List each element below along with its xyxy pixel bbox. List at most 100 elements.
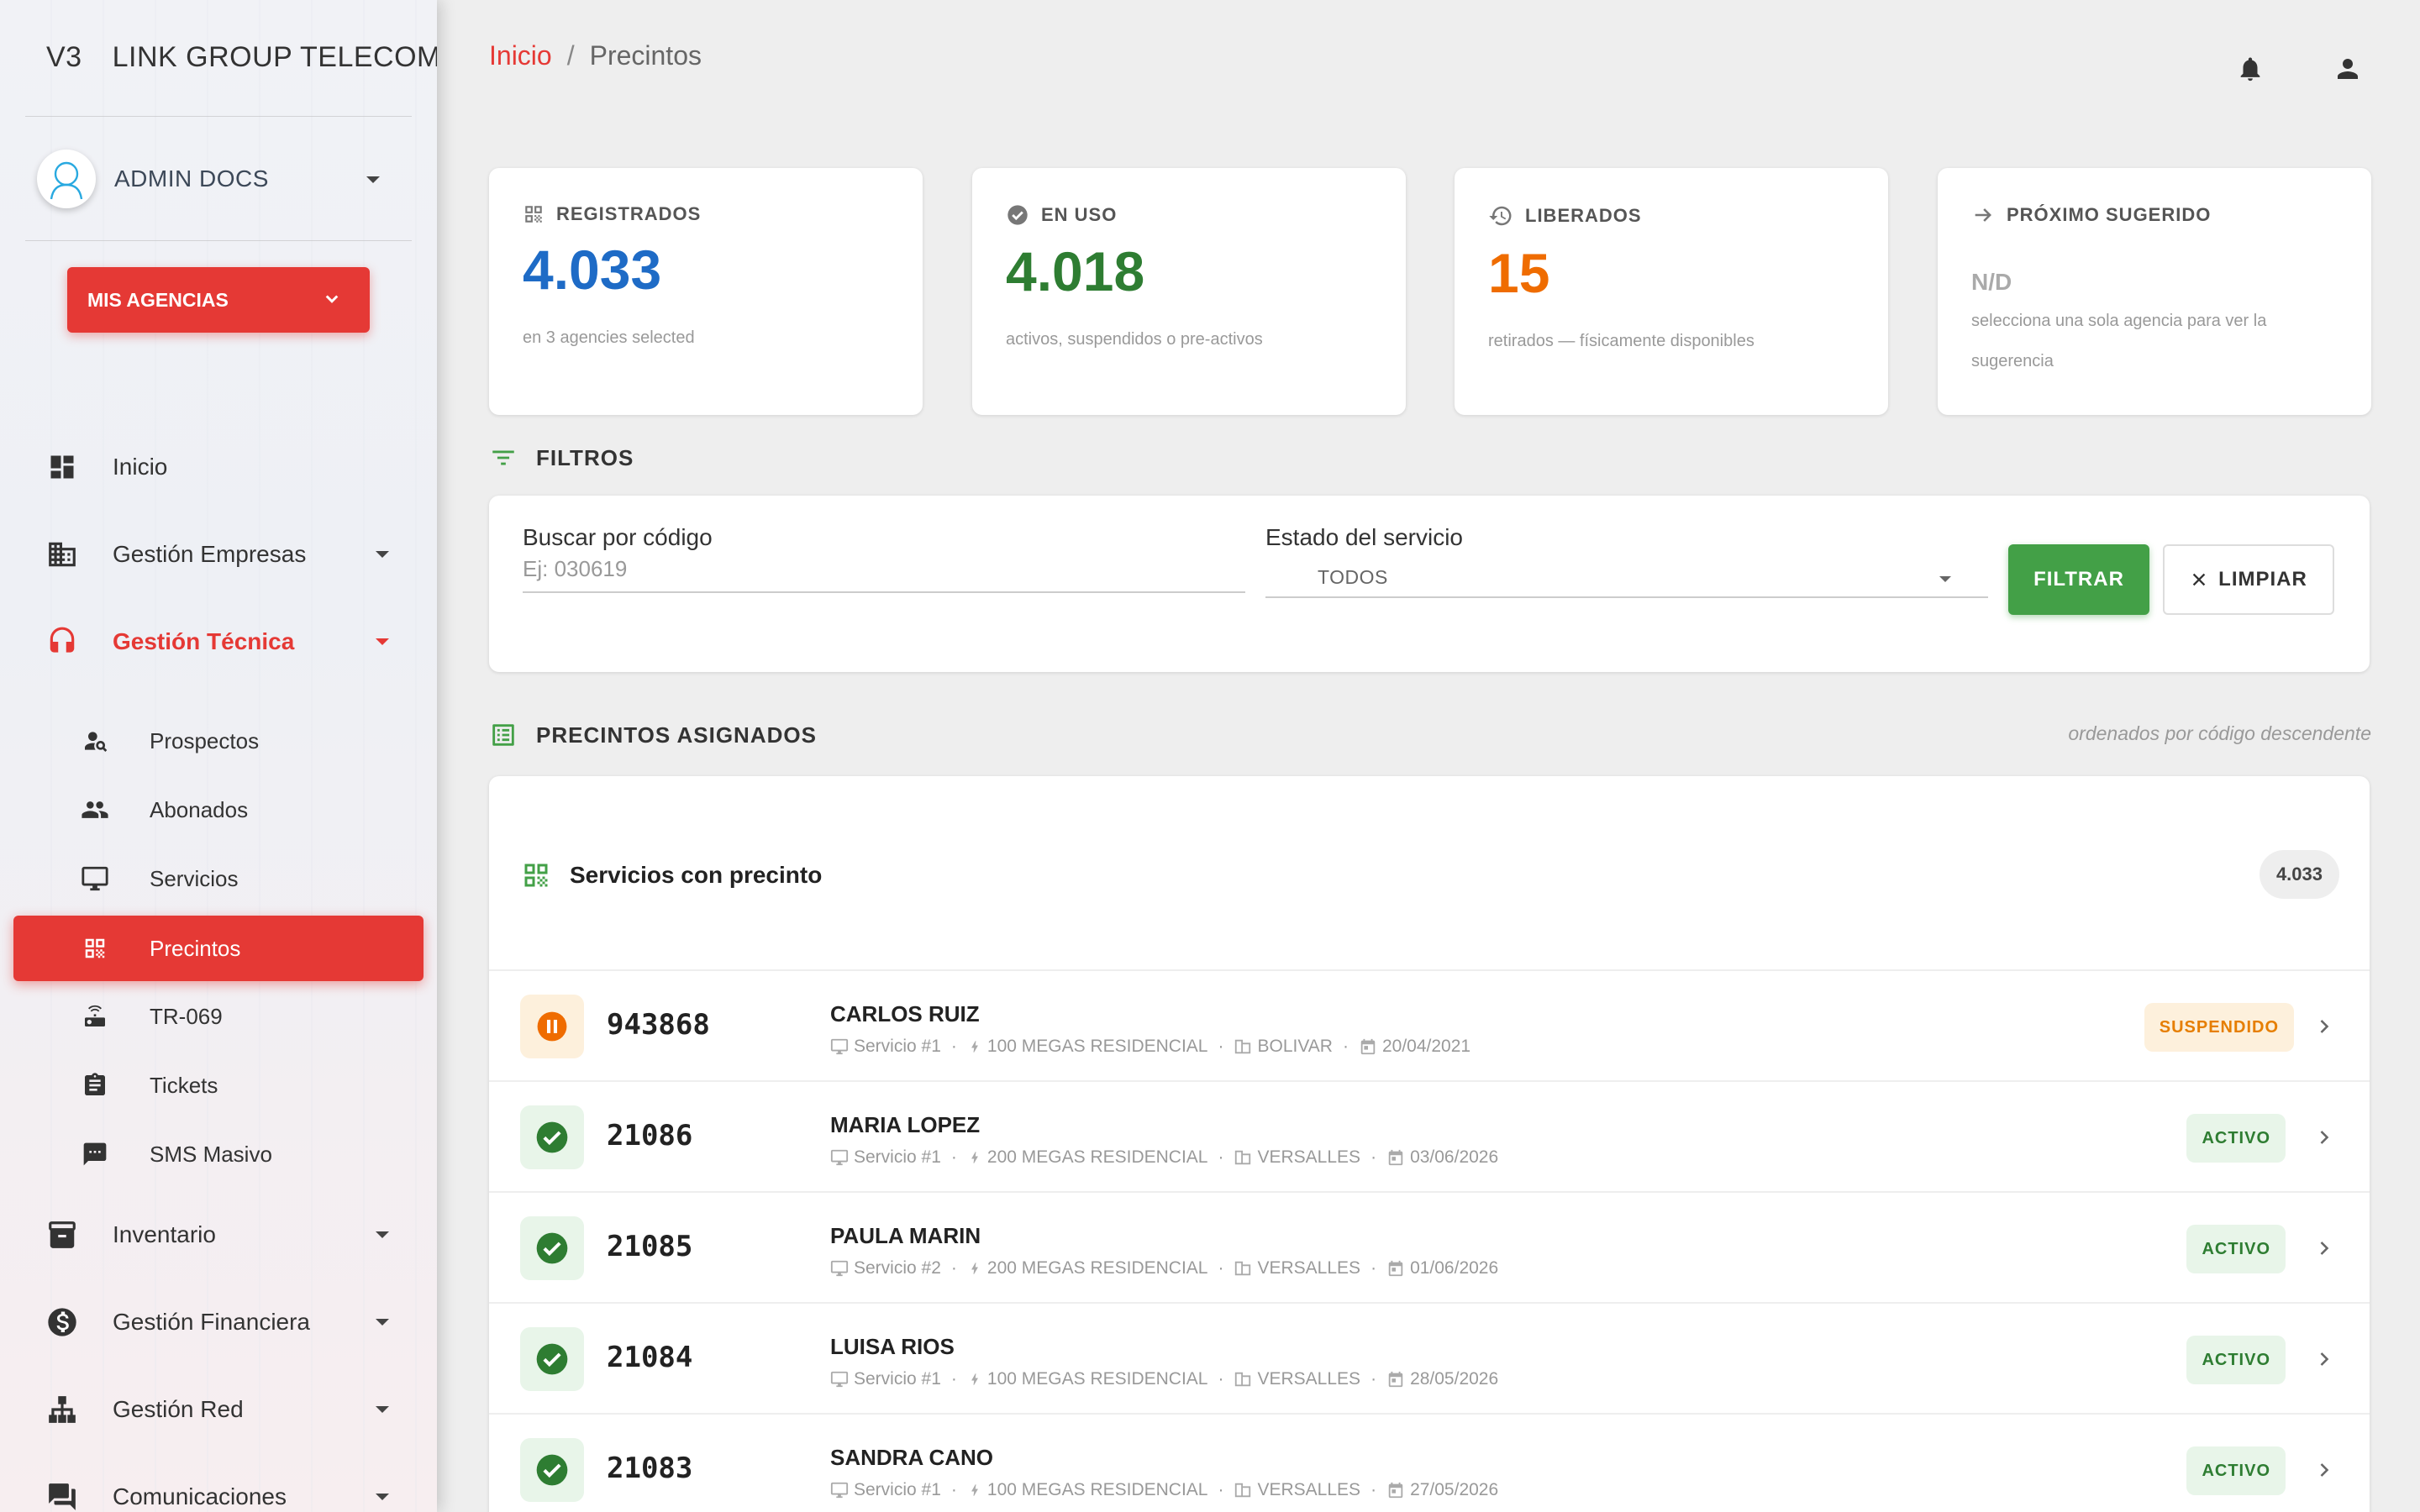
stat-value: 15 [1488,242,1550,304]
seals-list-card: Servicios con precinto 4.033 943868 CARL… [489,776,2370,1512]
table-row[interactable]: 21086 MARIA LOPEZ Servicio #1 · 200 MEGAS… [489,1082,2370,1193]
nav-item-comunicaciones[interactable]: Comunicaciones [0,1463,437,1512]
nav-label: Comunicaciones [113,1483,287,1509]
table-row[interactable]: 21085 PAULA MARIN Servicio #2 · 200 MEGAS… [489,1193,2370,1304]
chevron-right-icon[interactable] [2312,1458,2336,1482]
chevron-right-icon[interactable] [2312,1015,2336,1038]
qr-code-icon [80,933,110,963]
subnav-label: SMS Masivo [150,1141,272,1167]
clipboard-icon [80,1070,110,1100]
stat-header: EN USO [1006,203,1372,227]
status-label: Estado del servicio [1265,524,1464,550]
subnav-label: Servicios [150,865,239,891]
monitor-icon [830,1038,849,1055]
calendar-icon [1360,1038,1376,1055]
stat-header: PRÓXIMO SUGERIDO [1971,203,2338,227]
table-row[interactable]: 943868 CARLOS RUIZ Servicio #1 · 100 MEGA… [489,971,2370,1082]
table-row[interactable]: 21084 LUISA RIOS Servicio #1 · 100 MEGAS … [489,1304,2370,1415]
subnav-label: Precintos [150,935,241,961]
qr-grid-icon [524,864,548,887]
history-icon [1489,206,1512,226]
check-circle-icon [1007,205,1028,225]
monitor-icon [80,864,110,894]
check-status-icon [520,1216,584,1280]
router-icon [80,1001,110,1032]
building-icon [1235,1372,1251,1387]
seal-code: 21086 [607,1119,693,1152]
nav-label: Gestión Empresas [113,541,307,567]
monitor-icon [830,1482,849,1499]
stat-header: REGISTRADOS [523,203,889,225]
assigned-section-title: PRECINTOS ASIGNADOS [489,721,817,749]
agency-selector-button[interactable]: MIS AGENCIAS [67,267,370,333]
plan-name: 100 MEGAS RESIDENCIAL [986,1037,1208,1056]
nav-label: Inicio [113,454,168,480]
seal-code: 21085 [607,1230,693,1263]
nav-item-inventario[interactable]: Inventario [0,1201,437,1268]
chevron-right-icon[interactable] [2312,1347,2336,1371]
nav-item-gestion-tecnica[interactable]: Gestión Técnica [0,608,437,675]
search-label: Buscar por código [523,524,713,550]
person-search-icon [80,726,110,756]
chevron-down-icon [376,1494,389,1500]
breadcrumb-separator: / [566,40,575,71]
stat-card-liberados: LIBERADOS 15 retirados — físicamente dis… [1455,168,1888,415]
chevron-down-icon [366,176,380,183]
subscriber-name: SANDRA CANO [830,1445,994,1470]
user-menu[interactable]: ADMIN DOCS [37,150,398,208]
table-row[interactable]: 21083 SANDRA CANO Servicio #1 · 100 MEGAS… [489,1415,2370,1512]
subnav-item-precintos[interactable]: Precintos [13,916,424,981]
status-select[interactable]: TODOS [1265,558,1988,598]
subnav-item-tr069[interactable]: TR-069 [0,984,437,1049]
count-badge: 4.033 [2259,850,2339,899]
divider [25,240,412,241]
row-date: 20/04/2021 [1381,1037,1471,1056]
stat-value: N/D [1971,269,2012,295]
subnav-item-abonados[interactable]: Abonados [0,777,437,843]
row-meta: Servicio #2 · 200 MEGAS RESIDENCIAL · VERS… [830,1258,1498,1278]
agency-name: VERSALLES [1257,1147,1361,1167]
row-meta: Servicio #1 · 100 MEGAS RESIDENCIAL · VERS… [830,1480,1498,1500]
section-title-text: PRECINTOS ASIGNADOS [536,722,817,748]
breadcrumb-current: Precintos [589,40,702,71]
account-icon[interactable] [2331,52,2365,86]
notifications-icon[interactable] [2233,52,2267,86]
subnav-item-prospectos[interactable]: Prospectos [0,708,437,774]
breadcrumb-home-link[interactable]: Inicio [489,40,552,71]
nav-item-inicio[interactable]: Inicio [0,433,437,501]
subnav-item-sms-masivo[interactable]: SMS Masivo [0,1121,437,1187]
sort-note: ordenados por código descendente [2068,722,2371,744]
agency-name: VERSALLES [1257,1480,1361,1499]
status-badge: ACTIVO [2186,1336,2286,1384]
filter-button[interactable]: FILTRAR [2008,544,2149,615]
search-input[interactable] [523,553,1245,593]
qr-code-icon [525,206,542,223]
agency-selector-label: MIS AGENCIAS [87,288,229,311]
check-status-icon [520,1105,584,1169]
chevron-down-icon [376,1406,389,1413]
brand-prefix: V3 [46,40,82,73]
nav-item-gestion-empresas[interactable]: Gestión Empresas [0,521,437,588]
check-status-icon [520,1327,584,1391]
section-title-text: FILTROS [536,444,634,470]
chevron-right-icon[interactable] [2312,1236,2336,1260]
subnav-item-servicios[interactable]: Servicios [0,846,437,911]
chevron-down-icon [376,1319,389,1326]
chevron-right-icon[interactable] [2312,1126,2336,1149]
bolt-icon [971,1373,978,1385]
subnav-label: Abonados [150,796,249,822]
clear-button[interactable]: LIMPIAR [2163,544,2334,615]
close-icon [2192,573,2206,586]
nav-item-gestion-red[interactable]: Gestión Red [0,1376,437,1443]
list-title-text: Servicios con precinto [570,862,823,888]
brand[interactable]: V3 LINK GROUP TELECOMU [46,40,437,74]
calendar-icon [1388,1371,1403,1388]
stat-title: EN USO [1041,204,1118,225]
seal-code: 21084 [607,1341,693,1374]
divider [25,116,412,117]
nav-item-gestion-financiera[interactable]: Gestión Financiera [0,1289,437,1356]
subnav-item-tickets[interactable]: Tickets [0,1053,437,1118]
check-status-icon [520,1438,584,1502]
chevron-down-icon [376,1231,389,1238]
subnav-label: TR-069 [150,1003,223,1029]
